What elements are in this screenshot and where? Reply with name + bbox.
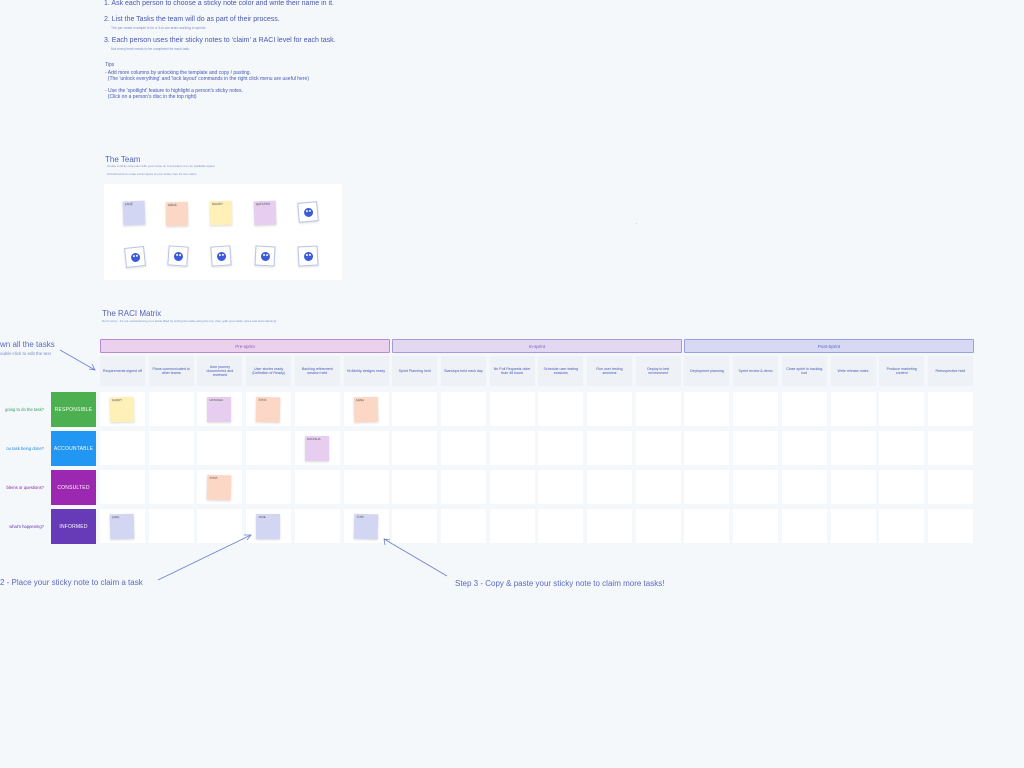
annotation-arrows (59, 349, 448, 581)
arrow-step-2 (157, 534, 252, 581)
arrow-step-1 (59, 349, 96, 371)
arrow-step-3 (383, 538, 448, 577)
